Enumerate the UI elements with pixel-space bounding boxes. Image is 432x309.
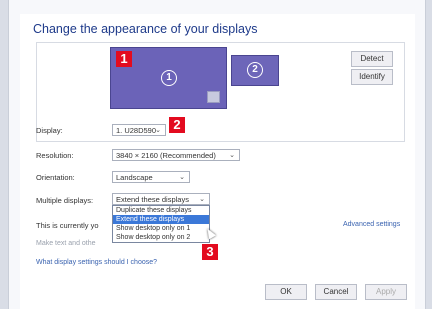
chevron-down-icon: ⌄ — [229, 152, 235, 159]
callout-badge-3: 3 — [202, 244, 218, 260]
cancel-button[interactable]: Cancel — [315, 284, 357, 300]
display-label: Display: — [36, 126, 63, 135]
what-display-settings-link[interactable]: What display settings should I choose? — [36, 259, 157, 266]
chevron-down-icon: ⌄ — [155, 127, 161, 134]
dropdown-option-duplicate[interactable]: Duplicate these displays — [113, 206, 209, 215]
orientation-select-value: Landscape — [116, 173, 153, 182]
multiple-displays-select[interactable]: Extend these displays ⌄ — [112, 193, 210, 205]
multiple-displays-dropdown-list: Duplicate these displays Extend these di… — [112, 205, 210, 243]
chevron-down-icon: ⌄ — [179, 174, 185, 181]
multiple-displays-label: Multiple displays: — [36, 196, 94, 205]
detect-button[interactable]: Detect — [351, 51, 393, 67]
display-select[interactable]: 1. U28D590 ⌄ — [112, 124, 166, 136]
identify-button[interactable]: Identify — [351, 69, 393, 85]
advanced-settings-link[interactable]: Advanced settings — [343, 221, 400, 228]
monitor-grip-icon — [207, 91, 220, 103]
ok-button[interactable]: OK — [265, 284, 307, 300]
resolution-label: Resolution: — [36, 151, 74, 160]
display-select-value: 1. U28D590 — [116, 126, 157, 135]
dropdown-option-show-only-2[interactable]: Show desktop only on 2 — [113, 233, 209, 242]
orientation-label: Orientation: — [36, 173, 75, 182]
current-display-text: This is currently yo — [36, 221, 99, 230]
callout-badge-2: 2 — [169, 117, 185, 133]
monitor-2-tile[interactable]: 2 — [231, 55, 279, 86]
multiple-displays-select-value: Extend these displays — [116, 195, 189, 204]
make-text-link[interactable]: Make text and othe — [36, 240, 96, 247]
page-title: Change the appearance of your displays — [33, 22, 258, 36]
apply-button[interactable]: Apply — [365, 284, 407, 300]
dropdown-option-extend[interactable]: Extend these displays — [113, 215, 209, 224]
resolution-select-value: 3840 × 2160 (Recommended) — [116, 151, 216, 160]
orientation-select[interactable]: Landscape ⌄ — [112, 171, 190, 183]
callout-badge-1: 1 — [116, 51, 132, 67]
monitor-1-number: 1 — [161, 70, 177, 86]
dropdown-option-show-only-1[interactable]: Show desktop only on 1 — [113, 224, 209, 233]
monitor-2-number: 2 — [247, 62, 263, 78]
resolution-select[interactable]: 3840 × 2160 (Recommended) ⌄ — [112, 149, 240, 161]
